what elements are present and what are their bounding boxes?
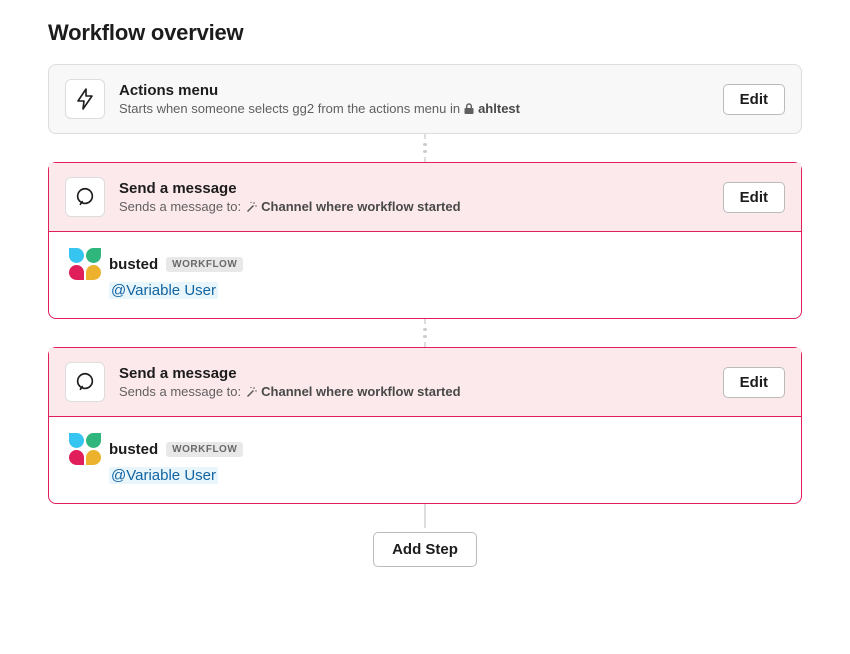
mention-1[interactable]: @Variable User xyxy=(109,282,218,299)
edit-step-1-button[interactable]: Edit xyxy=(723,182,785,213)
trigger-channel: ahltest xyxy=(478,101,520,116)
edit-step-2-button[interactable]: Edit xyxy=(723,367,785,398)
step-text-1: Send a message Sends a message to: Chann… xyxy=(119,180,709,214)
connector xyxy=(423,134,427,162)
app-name-2: busted xyxy=(109,441,158,458)
step-header-2: Send a message Sends a message to: Chann… xyxy=(49,348,801,417)
connector xyxy=(423,504,427,532)
trigger-desc-prefix: Starts when someone selects gg2 from the… xyxy=(119,101,460,116)
step-text-2: Send a message Sends a message to: Chann… xyxy=(119,365,709,399)
message-header-1: busted WORKFLOW xyxy=(69,248,781,280)
workflow-badge-2: WORKFLOW xyxy=(166,442,243,457)
step-desc-prefix-2: Sends a message to: xyxy=(119,384,241,399)
app-name-1: busted xyxy=(109,256,158,273)
step-header-1: Send a message Sends a message to: Chann… xyxy=(49,163,801,232)
mention-2[interactable]: @Variable User xyxy=(109,467,218,484)
page-title: Workflow overview xyxy=(48,20,802,46)
step-desc-2: Sends a message to: Channel where workfl… xyxy=(119,384,709,399)
lightning-icon xyxy=(65,79,105,119)
chat-icon xyxy=(65,177,105,217)
step-title-1: Send a message xyxy=(119,180,709,197)
step-title-2: Send a message xyxy=(119,365,709,382)
trigger-text: Actions menu Starts when someone selects… xyxy=(119,82,709,116)
step-desc-prefix-1: Sends a message to: xyxy=(119,199,241,214)
add-step-button[interactable]: Add Step xyxy=(373,532,477,567)
app-icon xyxy=(69,248,101,280)
wand-icon xyxy=(245,386,257,398)
edit-trigger-button[interactable]: Edit xyxy=(723,84,785,115)
workflow-badge-1: WORKFLOW xyxy=(166,257,243,272)
message-header-2: busted WORKFLOW xyxy=(69,433,781,465)
message-preview-1: busted WORKFLOW @Variable User xyxy=(49,232,801,318)
connector xyxy=(423,319,427,347)
trigger-card: Actions menu Starts when someone selects… xyxy=(48,64,802,134)
trigger-desc: Starts when someone selects gg2 from the… xyxy=(119,101,709,116)
step-card-2: Send a message Sends a message to: Chann… xyxy=(48,347,802,504)
app-icon xyxy=(69,433,101,465)
message-preview-2: busted WORKFLOW @Variable User xyxy=(49,417,801,503)
lock-icon xyxy=(464,103,474,114)
chat-icon xyxy=(65,362,105,402)
step-card-1: Send a message Sends a message to: Chann… xyxy=(48,162,802,319)
step-target-2: Channel where workflow started xyxy=(261,384,460,399)
step-target-1: Channel where workflow started xyxy=(261,199,460,214)
trigger-title: Actions menu xyxy=(119,82,709,99)
wand-icon xyxy=(245,201,257,213)
step-desc-1: Sends a message to: Channel where workfl… xyxy=(119,199,709,214)
